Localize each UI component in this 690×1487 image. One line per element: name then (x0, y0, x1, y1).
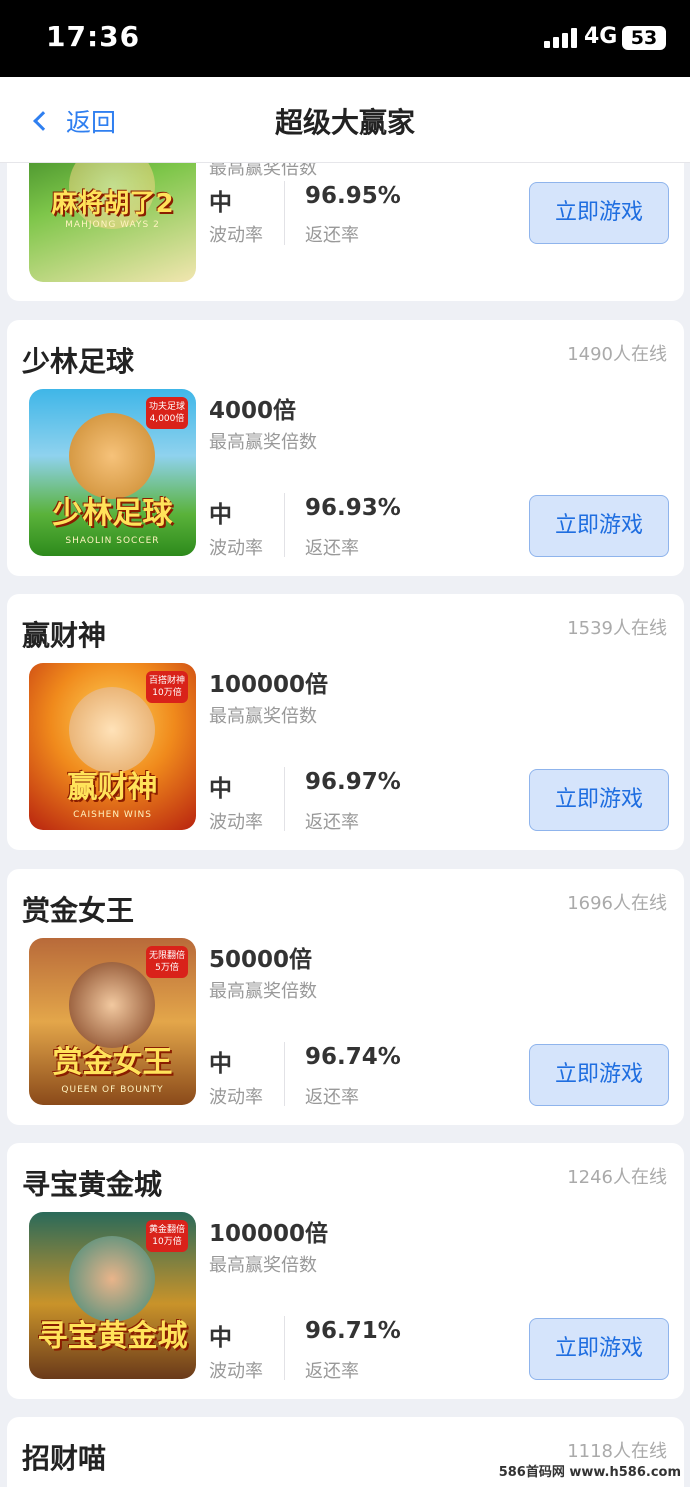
max-multiplier-value: 4000倍 (209, 398, 297, 424)
online-count: 1490人在线 (567, 344, 667, 365)
rtp-value: 96.71% (305, 1318, 401, 1344)
play-button[interactable]: 立即游戏 (529, 182, 669, 244)
max-multiplier-label: 最高赢奖倍数 (209, 432, 317, 453)
rtp-value: 96.95% (305, 183, 401, 209)
game-thumbnail[interactable]: 黄金翻倍 10万倍 寻宝黄金城 (29, 1212, 196, 1379)
thumbnail-subtitle: SHAOLIN SOCCER (65, 536, 160, 546)
game-title: 赢财神 (22, 619, 107, 652)
divider (284, 493, 285, 557)
game-title: 寻宝黄金城 (22, 1168, 163, 1201)
game-title: 招财喵 (22, 1442, 107, 1475)
status-time: 17:36 (46, 20, 141, 53)
volatility-label: 波动率 (209, 1087, 263, 1108)
thumbnail-title: 赢财神 (67, 770, 158, 805)
thumbnail-title: 少林足球 (52, 496, 173, 531)
divider (284, 181, 285, 245)
max-multiplier-label: 最高赢奖倍数 (209, 1255, 317, 1276)
play-button[interactable]: 立即游戏 (529, 769, 669, 831)
rtp-value: 96.74% (305, 1044, 401, 1070)
thumbnail-badge: 百搭财神 10万倍 (146, 671, 188, 703)
volatility-label: 波动率 (209, 1361, 263, 1382)
thumbnail-subtitle: QUEEN OF BOUNTY (61, 1085, 164, 1095)
nav-bar: 返回 超级大赢家 (0, 77, 690, 163)
rtp-label: 返还率 (305, 812, 359, 833)
thumbnail-title: 寻宝黄金城 (37, 1319, 188, 1354)
divider (284, 767, 285, 831)
watermark: 586首码网 www.h586.com (495, 1460, 684, 1481)
play-button[interactable]: 立即游戏 (529, 1318, 669, 1380)
game-title: 赏金女王 (22, 894, 135, 927)
game-thumbnail[interactable]: 功夫足球 4,000倍 少林足球 SHAOLIN SOCCER (29, 389, 196, 556)
signal-icon (544, 28, 578, 48)
game-list[interactable]: 最高赢奖倍数 麻将胡了2 MAHJONG WAYS 2 中 波动率 96.95%… (0, 163, 690, 1487)
max-multiplier-label: 最高赢奖倍数 (209, 706, 317, 727)
thumbnail-badge: 无限翻倍 5万倍 (146, 946, 188, 978)
online-count: 1539人在线 (567, 618, 667, 639)
play-button[interactable]: 立即游戏 (529, 495, 669, 557)
rtp-label: 返还率 (305, 225, 359, 246)
max-multiplier-label: 最高赢奖倍数 (209, 163, 317, 179)
thumbnail-subtitle: MAHJONG WAYS 2 (65, 220, 160, 230)
rtp-label: 返还率 (305, 538, 359, 559)
divider (284, 1042, 285, 1106)
rtp-value: 96.93% (305, 495, 401, 521)
thumbnail-badge: 功夫足球 4,000倍 (146, 397, 188, 429)
max-multiplier-value: 50000倍 (209, 947, 313, 973)
rtp-label: 返还率 (305, 1361, 359, 1382)
thumbnail-subtitle: CAISHEN WINS (73, 810, 152, 820)
volatility-label: 波动率 (209, 225, 263, 246)
thumbnail-title: 麻将胡了2 (51, 189, 174, 219)
max-multiplier-value: 100000倍 (209, 672, 329, 698)
game-card: 寻宝黄金城 1246人在线 黄金翻倍 10万倍 寻宝黄金城 100000倍 最高… (7, 1143, 684, 1399)
volatility-value: 中 (209, 776, 232, 802)
game-card: 赏金女王 1696人在线 无限翻倍 5万倍 赏金女王 QUEEN OF BOUN… (7, 869, 684, 1125)
volatility-label: 波动率 (209, 538, 263, 559)
volatility-label: 波动率 (209, 812, 263, 833)
max-multiplier-label: 最高赢奖倍数 (209, 981, 317, 1002)
game-thumbnail[interactable]: 无限翻倍 5万倍 赏金女王 QUEEN OF BOUNTY (29, 938, 196, 1105)
play-button[interactable]: 立即游戏 (529, 1044, 669, 1106)
thumbnail-title: 赏金女王 (52, 1045, 173, 1080)
divider (284, 1316, 285, 1380)
status-bar: 17:36 4G 53 (0, 0, 690, 77)
volatility-value: 中 (209, 1325, 232, 1351)
game-thumbnail[interactable]: 百搭财神 10万倍 赢财神 CAISHEN WINS (29, 663, 196, 830)
game-title: 少林足球 (22, 345, 135, 378)
online-count: 1696人在线 (567, 893, 667, 914)
volatility-value: 中 (209, 502, 232, 528)
volatility-value: 中 (209, 1051, 232, 1077)
game-card: 少林足球 1490人在线 功夫足球 4,000倍 少林足球 SHAOLIN SO… (7, 320, 684, 576)
game-thumbnail[interactable]: 麻将胡了2 MAHJONG WAYS 2 (29, 163, 196, 282)
game-card: 最高赢奖倍数 麻将胡了2 MAHJONG WAYS 2 中 波动率 96.95%… (7, 163, 684, 301)
network-type: 4G (584, 24, 618, 49)
max-multiplier-value: 100000倍 (209, 1221, 329, 1247)
volatility-value: 中 (209, 190, 232, 216)
rtp-label: 返还率 (305, 1087, 359, 1108)
rtp-value: 96.97% (305, 769, 401, 795)
page-title: 超级大赢家 (274, 106, 415, 139)
online-count: 1246人在线 (567, 1167, 667, 1188)
thumbnail-badge: 黄金翻倍 10万倍 (146, 1220, 188, 1252)
battery-icon: 53 (622, 26, 666, 50)
game-card: 赢财神 1539人在线 百搭财神 10万倍 赢财神 CAISHEN WINS 1… (7, 594, 684, 850)
